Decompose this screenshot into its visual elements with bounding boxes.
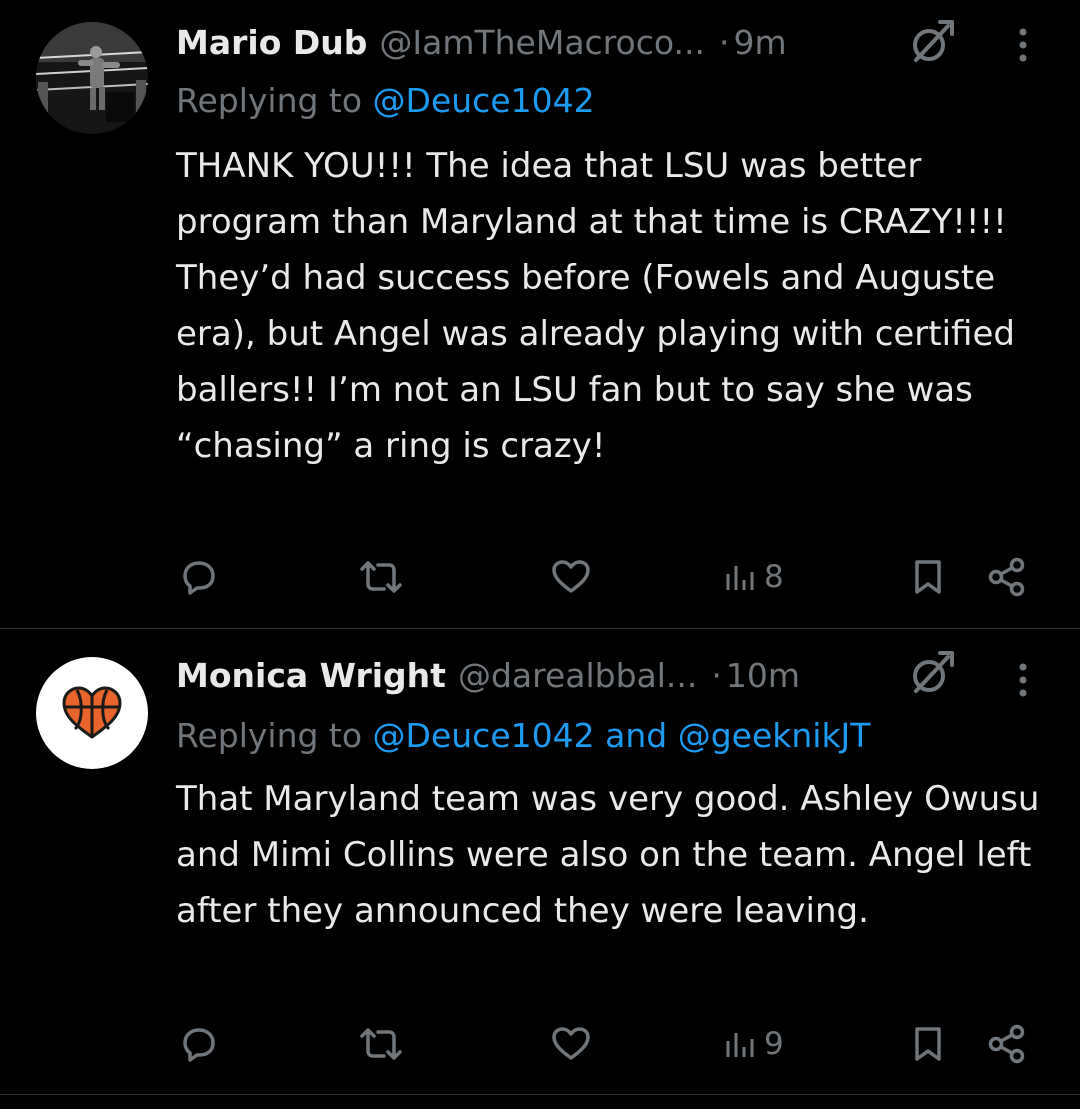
replying-to-label: Replying to (176, 81, 363, 120)
views-icon (726, 1033, 754, 1057)
like-icon (552, 1027, 590, 1060)
mention-joiner: and (605, 716, 668, 755)
avatar[interactable] (36, 657, 148, 769)
boxing-ring-photo-icon (36, 22, 148, 134)
like-button[interactable] (548, 1019, 594, 1069)
bookmark-button[interactable] (908, 552, 948, 602)
bookmark-button[interactable] (908, 1019, 948, 1069)
views-button[interactable]: 9 (722, 1019, 784, 1069)
more-options-icon[interactable] (1010, 22, 1036, 68)
share-button[interactable] (984, 552, 1030, 602)
display-name[interactable]: Monica Wright (176, 651, 446, 701)
mention-link[interactable]: @geeknikJT (678, 716, 871, 755)
separator-dot: · (718, 23, 730, 62)
separator-dot: · (711, 656, 722, 695)
basketball-heart-icon (62, 686, 122, 739)
share-button[interactable] (984, 1019, 1030, 1069)
reply-button[interactable] (176, 1019, 222, 1069)
like-icon (552, 560, 590, 593)
grok-icon[interactable] (908, 651, 954, 697)
user-handle[interactable]: @darealbbal... (458, 651, 697, 701)
views-count: 8 (764, 559, 784, 595)
reply-icon (183, 1028, 215, 1062)
user-handle[interactable]: @IamTheMacroco... (379, 18, 705, 68)
mention-link[interactable]: @Deuce1042 (373, 716, 595, 755)
grok-icon[interactable] (908, 20, 954, 66)
tweet-text: THANK YOU!!! The idea that LSU was bette… (176, 146, 1015, 466)
replying-to-label: Replying to (176, 716, 363, 755)
reply-icon (183, 561, 215, 595)
mention-link[interactable]: @Deuce1042 (373, 81, 595, 120)
replying-to-line: Replying to @Deuce1042 and @geeknikJT (176, 711, 870, 761)
retweet-icon (360, 1028, 402, 1060)
timestamp[interactable]: 9m (733, 18, 786, 68)
more-options-icon[interactable] (1010, 657, 1036, 703)
replying-to-line: Replying to @Deuce1042 (176, 76, 595, 126)
timestamp[interactable]: 10m (726, 651, 800, 701)
retweet-button[interactable] (356, 1019, 406, 1069)
bookmark-icon (915, 1027, 941, 1061)
views-count: 9 (764, 1026, 784, 1062)
display-name[interactable]: Mario Dub (176, 18, 367, 68)
reply-button[interactable] (176, 552, 222, 602)
tweet-text: That Maryland team was very good. Ashley… (176, 779, 1040, 931)
action-bar: 9 (176, 1019, 1036, 1069)
views-icon (726, 566, 754, 590)
retweet-button[interactable] (356, 552, 406, 602)
share-icon (988, 557, 1025, 597)
like-button[interactable] (548, 552, 594, 602)
retweet-icon (360, 561, 402, 593)
bookmark-icon (915, 560, 941, 594)
action-bar: 8 (176, 552, 1036, 602)
views-button[interactable]: 8 (722, 552, 784, 602)
tweet-item[interactable]: Monica Wright @darealbbal... · 10m Reply… (0, 629, 1080, 1095)
tweet-item[interactable]: Mario Dub @IamTheMacroco... · 9m Replyin… (0, 0, 1080, 629)
avatar[interactable] (36, 22, 148, 134)
share-icon (988, 1024, 1025, 1064)
